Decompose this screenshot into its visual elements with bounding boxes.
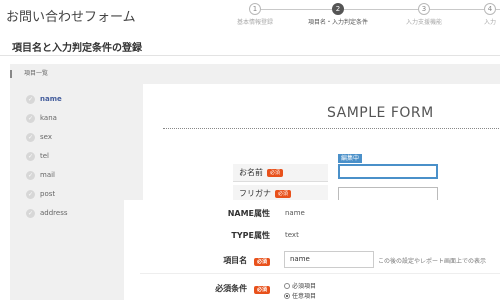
field-item-label: name bbox=[40, 95, 62, 103]
item-name-label-group: 項目名 必須 bbox=[223, 255, 270, 266]
required-condition-row: 必須条件 必須 bbox=[140, 283, 500, 299]
step-label: 入力 bbox=[483, 19, 496, 26]
type-attribute-row: TYPE属性 text bbox=[140, 230, 500, 246]
type-attribute-value: text bbox=[285, 231, 299, 239]
step-number: 3 bbox=[418, 3, 430, 15]
field-item-label: kana bbox=[40, 114, 57, 122]
name-attribute-label: NAME属性 bbox=[227, 209, 270, 218]
preview-name-input[interactable] bbox=[338, 164, 438, 179]
step-4[interactable]: 4 入力 bbox=[455, 3, 500, 26]
step-label: 入力支援機能 bbox=[405, 19, 442, 26]
field-list-sidebar: 項目一覧 ✓ name ✓ kana ✓ sex ✓ tel ✓ mail ✓ … bbox=[10, 64, 124, 300]
radio-icon bbox=[284, 292, 290, 299]
step-2[interactable]: 2 項目名・入力判定条件 bbox=[303, 3, 373, 26]
step-number: 4 bbox=[484, 3, 496, 15]
required-badge: 必須 bbox=[253, 258, 270, 266]
radio-label: 任意項目 bbox=[292, 293, 317, 300]
preview-kana-input[interactable] bbox=[338, 187, 438, 200]
step-number: 2 bbox=[332, 3, 344, 15]
app-title: お問い合わせフォーム bbox=[6, 10, 136, 25]
field-item-sex[interactable]: ✓ sex bbox=[26, 131, 52, 143]
field-item-name[interactable]: ✓ name bbox=[26, 93, 62, 105]
editing-badge: 編集中 bbox=[338, 154, 363, 163]
name-attribute-row: NAME属性 name bbox=[140, 208, 500, 224]
section-title: 項目名と入力判定条件の登録 bbox=[12, 43, 142, 54]
step-label: 基本情報登録 bbox=[236, 19, 273, 26]
step-label: 項目名・入力判定条件 bbox=[307, 19, 368, 26]
preview-row-name: お名前 必須 bbox=[233, 164, 328, 182]
required-condition-label: 必須条件 bbox=[215, 284, 248, 293]
step-1[interactable]: 1 基本情報登録 bbox=[220, 3, 290, 26]
required-badge: 必須 bbox=[275, 189, 292, 198]
row-separator bbox=[140, 273, 500, 274]
field-item-label: sex bbox=[40, 133, 52, 141]
check-icon: ✓ bbox=[26, 132, 35, 142]
required-condition-label-group: 必須条件 必須 bbox=[215, 283, 270, 294]
field-item-mail[interactable]: ✓ mail bbox=[26, 169, 55, 181]
field-list-header: 項目一覧 bbox=[10, 70, 48, 78]
field-item-label: post bbox=[40, 190, 56, 198]
field-item-kana[interactable]: ✓ kana bbox=[26, 112, 57, 124]
step-number: 1 bbox=[249, 3, 261, 15]
preview-row-label: お名前 bbox=[239, 168, 263, 177]
radio-optional[interactable]: 任意項目 bbox=[284, 291, 316, 300]
check-icon: ✓ bbox=[26, 208, 35, 218]
field-item-label: mail bbox=[40, 171, 55, 179]
divider bbox=[0, 55, 500, 56]
type-attribute-label: TYPE属性 bbox=[231, 231, 270, 240]
check-icon: ✓ bbox=[26, 113, 35, 123]
selection-pointer bbox=[124, 92, 129, 104]
form-title: SAMPLE FORM bbox=[327, 105, 434, 121]
field-item-label: tel bbox=[40, 152, 49, 160]
header: お問い合わせフォーム 1 基本情報登録 2 項目名・入力判定条件 3 入力支援機… bbox=[0, 0, 500, 34]
radio-label: 必須項目 bbox=[292, 283, 317, 290]
form-preview: SAMPLE FORM お名前 必須 編集中 フリガナ 必須 bbox=[143, 84, 500, 200]
step-3[interactable]: 3 入力支援機能 bbox=[389, 3, 459, 26]
radio-icon bbox=[284, 282, 290, 289]
check-icon: ✓ bbox=[26, 189, 35, 199]
required-badge: 必須 bbox=[267, 168, 284, 177]
field-item-tel[interactable]: ✓ tel bbox=[26, 150, 49, 162]
item-name-hint: この後の設定やレポート画面上での表示 bbox=[378, 258, 487, 265]
field-item-label: address bbox=[40, 209, 68, 217]
check-icon: ✓ bbox=[26, 170, 35, 180]
dotted-divider bbox=[163, 128, 500, 129]
field-item-address[interactable]: ✓ address bbox=[26, 207, 68, 219]
item-name-label: 項目名 bbox=[223, 256, 248, 265]
preview-row-label: フリガナ bbox=[239, 189, 271, 198]
check-icon: ✓ bbox=[26, 151, 35, 161]
field-item-post[interactable]: ✓ post bbox=[26, 188, 55, 200]
radio-required[interactable]: 必須項目 bbox=[284, 281, 316, 290]
preview-row-kana: フリガナ 必須 bbox=[233, 185, 328, 200]
check-icon: ✓ bbox=[26, 94, 35, 104]
item-name-input[interactable]: name bbox=[284, 251, 374, 268]
required-badge: 必須 bbox=[253, 286, 270, 294]
name-attribute-value: name bbox=[285, 209, 305, 217]
